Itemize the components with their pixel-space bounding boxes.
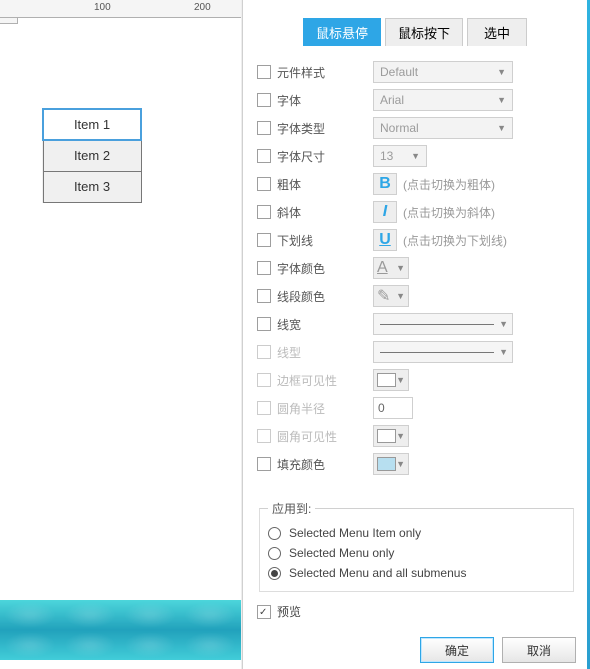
lbl-corner-radius: 圆角半径 (277, 400, 373, 417)
chevron-down-icon: ▼ (396, 431, 405, 441)
btn-underline-toggle[interactable]: U (373, 229, 397, 251)
menu-item-1[interactable]: Item 1 (43, 109, 141, 140)
chk-corner-vis[interactable] (257, 429, 271, 443)
chk-italic[interactable] (257, 205, 271, 219)
sel-line-style[interactable]: ▼ (373, 341, 513, 363)
btn-italic-toggle[interactable]: I (373, 201, 397, 223)
apply-legend: 应用到: (268, 500, 315, 517)
chk-font[interactable] (257, 93, 271, 107)
horizontal-ruler: 100 200 (0, 0, 242, 18)
chk-fill-color[interactable] (257, 457, 271, 471)
dialog-buttons: 确定 取消 (420, 637, 576, 663)
lbl-font-color: 字体颜色 (277, 260, 373, 277)
sel-font-size[interactable]: 13▼ (373, 145, 427, 167)
menu-item-3[interactable]: Item 3 (43, 171, 141, 202)
chk-corner-radius[interactable] (257, 401, 271, 415)
pick-border-vis[interactable]: ▼ (373, 369, 409, 391)
chevron-down-icon: ▼ (396, 375, 405, 385)
chevron-down-icon: ▼ (396, 459, 405, 469)
ruler-mark-200: 200 (194, 2, 211, 13)
chk-bold[interactable] (257, 177, 271, 191)
chevron-down-icon: ▼ (499, 347, 508, 357)
lbl-line-color: 线段颜色 (277, 288, 373, 305)
sel-widget-style[interactable]: Default▼ (373, 61, 513, 83)
lbl-line-width: 线宽 (277, 316, 373, 333)
properties-list: 元件样式 Default▼ 字体 Arial▼ 字体类型 Normal▼ 字体尺… (257, 58, 576, 478)
chevron-down-icon: ▼ (499, 319, 508, 329)
menu-item-2[interactable]: Item 2 (43, 140, 141, 171)
apply-to-group: 应用到: Selected Menu Item only Selected Me… (259, 500, 574, 592)
sel-line-width[interactable]: ▼ (373, 313, 513, 335)
vertical-ruler (0, 18, 18, 24)
chk-line-color[interactable] (257, 289, 271, 303)
pick-corner-vis[interactable]: ▼ (373, 425, 409, 447)
chk-font-size[interactable] (257, 149, 271, 163)
sel-font[interactable]: Arial▼ (373, 89, 513, 111)
lbl-corner-vis: 圆角可见性 (277, 428, 373, 445)
lbl-font: 字体 (277, 92, 373, 109)
chk-line-width[interactable] (257, 317, 271, 331)
swatch-corner (377, 429, 396, 443)
chevron-down-icon: ▼ (396, 291, 405, 301)
radio-item-only[interactable] (268, 527, 281, 540)
lbl-fill-color: 填充颜色 (277, 456, 373, 473)
ok-button[interactable]: 确定 (420, 637, 494, 663)
tab-hover[interactable]: 鼠标悬停 (303, 18, 381, 46)
chevron-down-icon: ▼ (497, 123, 506, 133)
lbl-widget-style: 元件样式 (277, 64, 373, 81)
radio-menu-and-subs[interactable] (268, 567, 281, 580)
chevron-down-icon: ▼ (396, 263, 405, 273)
sel-font-type[interactable]: Normal▼ (373, 117, 513, 139)
chk-widget-style[interactable] (257, 65, 271, 79)
canvas-area: 100 200 Item 1 Item 2 Item 3 (0, 0, 242, 669)
radio-menu-only[interactable] (268, 547, 281, 560)
lbl-preview: 预览 (277, 603, 301, 620)
chevron-down-icon: ▼ (411, 151, 420, 161)
lbl-font-size: 字体尺寸 (277, 148, 373, 165)
btn-bold-toggle[interactable]: B (373, 173, 397, 195)
lbl-line-style: 线型 (277, 344, 373, 361)
inp-corner-radius[interactable] (373, 397, 413, 419)
lbl-border-vis: 边框可见性 (277, 372, 373, 389)
hint-underline: (点击切换为下划线) (403, 232, 507, 249)
swatch-border (377, 373, 396, 387)
state-tabs: 鼠标悬停 鼠标按下 选中 (303, 18, 531, 46)
swatch-fill (377, 457, 396, 471)
tab-selected[interactable]: 选中 (467, 18, 527, 46)
lbl-bold: 粗体 (277, 176, 373, 193)
chevron-down-icon: ▼ (497, 67, 506, 77)
lbl-italic: 斜体 (277, 204, 373, 221)
chk-line-style[interactable] (257, 345, 271, 359)
lbl-underline: 下划线 (277, 232, 373, 249)
hint-bold: (点击切换为粗体) (403, 176, 495, 193)
lbl-font-type: 字体类型 (277, 120, 373, 137)
ruler-mark-100: 100 (94, 2, 111, 13)
preview-row: 预览 (257, 603, 301, 620)
pick-font-color[interactable]: A▼ (373, 257, 409, 279)
chk-border-vis[interactable] (257, 373, 271, 387)
menu-widget[interactable]: Item 1 Item 2 Item 3 (42, 108, 142, 203)
cancel-button[interactable]: 取消 (502, 637, 576, 663)
tab-mousedown[interactable]: 鼠标按下 (385, 18, 463, 46)
chk-preview[interactable] (257, 605, 271, 619)
chk-font-type[interactable] (257, 121, 271, 135)
properties-panel: 鼠标悬停 鼠标按下 选中 元件样式 Default▼ 字体 Arial▼ 字体类… (242, 0, 590, 669)
hint-italic: (点击切换为斜体) (403, 204, 495, 221)
pencil-icon: ✎ (377, 286, 390, 306)
pick-fill-color[interactable]: ▼ (373, 453, 409, 475)
pick-line-color[interactable]: ✎▼ (373, 285, 409, 307)
chevron-down-icon: ▼ (497, 95, 506, 105)
chk-underline[interactable] (257, 233, 271, 247)
chk-font-color[interactable] (257, 261, 271, 275)
